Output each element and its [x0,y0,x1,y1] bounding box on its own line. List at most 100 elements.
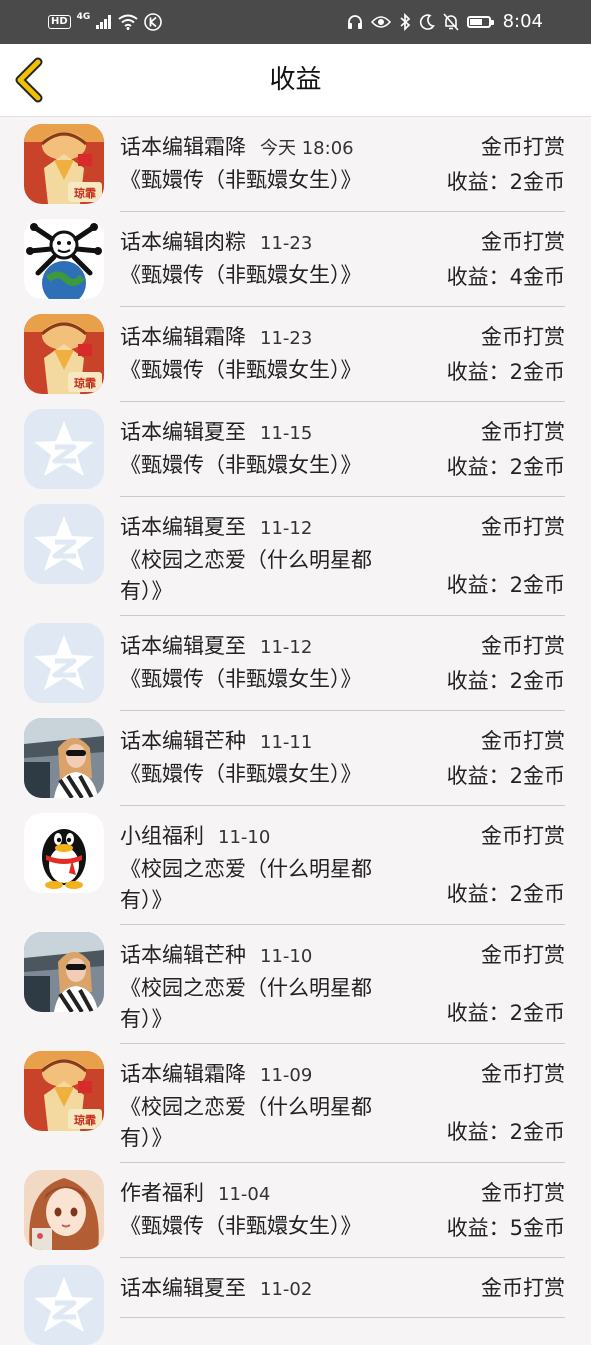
avatar-qzone-star[interactable] [24,409,104,489]
sender-name: 话本编辑夏至 11-12 [120,511,312,545]
record-content: 话本编辑肉粽 11-23 金币打赏 《甄嬛传（非甄嬛女生）》 收益：4金币 [120,212,565,307]
book-title[interactable]: 《甄嬛传（非甄嬛女生）》 [120,165,410,196]
earnings-list: 琼霏 话本编辑霜降 今天 18:06 金币打赏 《甄嬛传（非甄嬛女生）》 收益：2金币 … [0,117,591,1345]
book-title[interactable]: 《校园之恋爱（什么明星都有）》 [120,854,410,916]
record-date: 11-12 [260,637,313,658]
record-header-row: 话本编辑霜降 今天 18:06 金币打赏 [120,131,565,163]
avatar-globe-meme[interactable] [24,219,104,299]
list-item[interactable]: 作者福利 11-04 金币打赏 《甄嬛传（非甄嬛女生）》 收益：5金币 [0,1163,591,1258]
status-left: HD 4G [48,10,163,34]
record-content: 话本编辑霜降 11-23 金币打赏《甄嬛传（非甄嬛女生）》 收益：2金币 [120,307,565,402]
sender-name-text: 话本编辑夏至 [120,420,246,444]
record-content: 话本编辑芒种 11-10 金币打赏 《校园之恋爱（什么明星都有）》 收益：2金币 [120,925,565,1044]
reward-type: 金币打赏 [481,634,565,658]
list-item[interactable]: 小组福利 11-10 金币打赏 《校园之恋爱（什么明星都有）》 收益：2金币 [0,806,591,925]
hd-indicator: HD [48,15,71,29]
sender-name: 话本编辑夏至 11-15 [120,416,312,450]
reward-type: 金币打赏 [481,230,565,254]
record-content: 话本编辑霜降 今天 18:06 金币打赏《甄嬛传（非甄嬛女生）》 收益：2金币 [120,117,565,212]
signal-icon [96,15,112,29]
svg-text:琼霏: 琼霏 [74,376,96,390]
sender-name: 话本编辑夏至 11-02 [120,1272,312,1306]
sender-name-text: 话本编辑夏至 [120,634,246,658]
record-header-row: 话本编辑夏至 11-15 金币打赏 [120,416,565,448]
book-title[interactable]: 《甄嬛传（非甄嬛女生）》 [120,260,410,291]
list-item[interactable]: 琼霏 话本编辑霜降 11-23 金币打赏《甄嬛传（非甄嬛女生）》 收益：2金币 [0,307,591,402]
avatar-orange-cartoon[interactable]: 琼霏 [24,124,104,204]
record-header-row: 话本编辑夏至 11-12 金币打赏 [120,630,565,662]
network-type: 4G [76,12,91,22]
reward-type: 金币打赏 [481,1276,565,1300]
record-content: 话本编辑夏至 11-12 金币打赏《甄嬛传（非甄嬛女生）》 收益：2金币 [120,616,565,711]
list-item[interactable]: 话本编辑芒种 11-10 金币打赏 《校园之恋爱（什么明星都有）》 收益：2金币 [0,925,591,1044]
book-title[interactable]: 《甄嬛传（非甄嬛女生）》 [120,1211,410,1242]
earnings-amount: 收益：2金币 [446,669,565,693]
sender-name-text: 话本编辑霜降 [120,1062,246,1086]
record-content: 话本编辑霜降 11-09 金币打赏 《校园之恋爱（什么明星都有）》 收益：2金币 [120,1044,565,1163]
earnings-amount: 收益：2金币 [446,170,565,194]
sender-name-text: 话本编辑夏至 [120,515,246,539]
reward-type: 金币打赏 [481,515,565,539]
sender-name: 话本编辑芒种 11-10 [120,939,312,973]
record-content: 话本编辑夏至 11-15 金币打赏《甄嬛传（非甄嬛女生）》 收益：2金币 [120,402,565,497]
book-title[interactable]: 《甄嬛传（非甄嬛女生）》 [120,355,410,386]
sender-name-text: 作者福利 [120,1181,204,1205]
list-item[interactable]: 琼霏 话本编辑霜降 11-09 金币打赏 《校园之恋爱（什么明星都有）》 收益：2金币 [0,1044,591,1163]
avatar-qzone-star[interactable] [24,504,104,584]
book-title[interactable]: 《甄嬛传（非甄嬛女生）》 [120,664,410,695]
status-right: 8:04 [347,10,543,34]
record-date: 11-02 [260,1279,313,1300]
reward-type: 金币打赏 [481,420,565,444]
avatar-qzone-star[interactable] [24,1265,104,1345]
record-header-row: 作者福利 11-04 金币打赏 [120,1177,565,1209]
sender-name: 话本编辑霜降 11-23 [120,321,312,355]
book-title[interactable]: 《校园之恋爱（什么明星都有）》 [120,545,410,607]
status-bar: HD 4G 8:04 [0,0,591,44]
sender-name: 话本编辑芒种 11-11 [120,725,312,759]
sender-name: 作者福利 11-04 [120,1177,270,1211]
bell-off-icon [442,13,459,31]
avatar-qzone-star[interactable] [24,623,104,703]
record-content: 话本编辑夏至 11-12 金币打赏 《校园之恋爱（什么明星都有）》 收益：2金币 [120,497,565,616]
sender-name-text: 话本编辑霜降 [120,325,246,349]
list-item[interactable]: 话本编辑夏至 11-15 金币打赏《甄嬛传（非甄嬛女生）》 收益：2金币 [0,402,591,497]
record-date: 今天 18:06 [260,138,354,159]
list-item[interactable]: 话本编辑肉粽 11-23 金币打赏 《甄嬛传（非甄嬛女生）》 收益：4金币 [0,212,591,307]
record-content: 小组福利 11-10 金币打赏 《校园之恋爱（什么明星都有）》 收益：2金币 [120,806,565,925]
book-title[interactable]: 《校园之恋爱（什么明星都有）》 [120,1092,410,1154]
record-date: 11-10 [218,827,271,848]
record-header-row: 话本编辑霜降 11-09 金币打赏 [120,1058,565,1090]
list-item[interactable]: 话本编辑夏至 11-02 金币打赏 [0,1258,591,1345]
record-header-row: 话本编辑霜降 11-23 金币打赏 [120,321,565,353]
reward-type: 金币打赏 [481,1181,565,1205]
earnings-amount: 收益：4金币 [446,265,565,289]
earnings-amount: 收益：2金币 [446,764,565,788]
sender-name-text: 话本编辑芒种 [120,729,246,753]
list-item[interactable]: 话本编辑芒种 11-11 金币打赏 《甄嬛传（非甄嬛女生）》 收益：2金币 [0,711,591,806]
avatar-photo-girl[interactable] [24,932,104,1012]
list-item[interactable]: 琼霏 话本编辑霜降 今天 18:06 金币打赏《甄嬛传（非甄嬛女生）》 收益：2金币 [0,117,591,212]
avatar-orange-cartoon[interactable]: 琼霏 [24,1051,104,1131]
sender-name-text: 话本编辑霜降 [120,135,246,159]
avatar-photo-girl[interactable] [24,718,104,798]
status-time: 8:04 [502,11,543,32]
earnings-amount: 收益：2金币 [446,360,565,384]
book-title[interactable]: 《甄嬛传（非甄嬛女生）》 [120,450,410,481]
book-title[interactable]: 《校园之恋爱（什么明星都有）》 [120,973,410,1035]
avatar-qq-penguin[interactable] [24,813,104,893]
reward-type: 金币打赏 [481,135,565,159]
record-header-row: 话本编辑夏至 11-02 金币打赏 [120,1272,565,1304]
reward-type: 金币打赏 [481,325,565,349]
avatar-orange-cartoon[interactable]: 琼霏 [24,314,104,394]
sender-name: 话本编辑夏至 11-12 [120,630,312,664]
earnings-amount: 收益：2金币 [446,455,565,479]
page-title: 收益 [269,65,322,95]
record-date: 11-10 [260,946,313,967]
book-title[interactable]: 《甄嬛传（非甄嬛女生）》 [120,759,410,790]
record-content: 话本编辑芒种 11-11 金币打赏 《甄嬛传（非甄嬛女生）》 收益：2金币 [120,711,565,806]
list-item[interactable]: 话本编辑夏至 11-12 金币打赏《甄嬛传（非甄嬛女生）》 收益：2金币 [0,616,591,711]
avatar-anime-girl[interactable] [24,1170,104,1250]
list-item[interactable]: 话本编辑夏至 11-12 金币打赏 《校园之恋爱（什么明星都有）》 收益：2金币 [0,497,591,616]
record-content: 作者福利 11-04 金币打赏 《甄嬛传（非甄嬛女生）》 收益：5金币 [120,1163,565,1258]
header-bar: 收益 [0,44,591,117]
